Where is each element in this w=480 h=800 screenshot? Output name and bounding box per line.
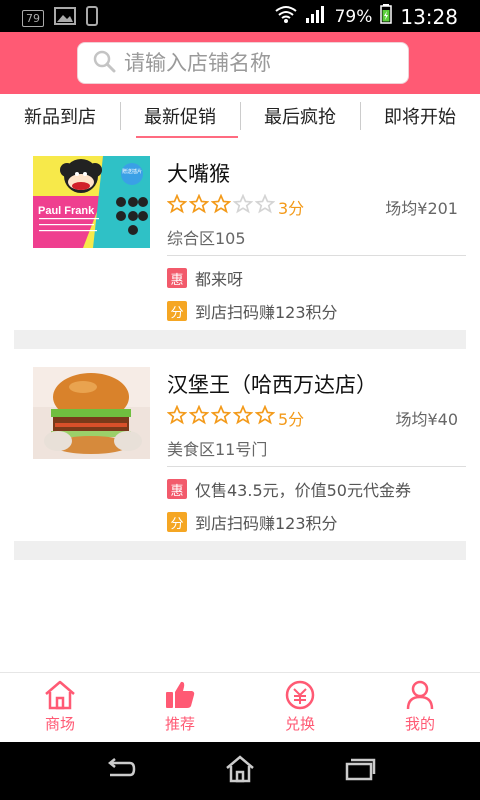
clock: 13:28 xyxy=(400,4,458,29)
card-separator xyxy=(14,330,466,349)
store-name: 汉堡王（哈西万达店） xyxy=(167,373,377,397)
rating-stars xyxy=(167,194,275,214)
phone-notification-icon xyxy=(86,6,98,30)
paul-frank-logo: Paul Frank 赠送插片 xyxy=(33,156,150,248)
signal-icon xyxy=(305,5,327,28)
star-filled-icon xyxy=(167,194,187,214)
category-tabs: 新品到店 最新促销 最后疯抢 即将开始 xyxy=(0,94,480,138)
thumbs-up-icon xyxy=(166,681,195,708)
store-card[interactable]: 汉堡王（哈西万达店） 5分 场均¥40 美食区11号门 惠 仅售43.5元，价值… xyxy=(14,349,466,541)
promo-discount: 惠 仅售43.5元，价值50元代金券 xyxy=(167,477,411,501)
promo-points: 分 到店扫码赚123积分 xyxy=(167,299,338,323)
store-area: 美食区11号门 xyxy=(167,440,268,459)
home-button[interactable] xyxy=(224,755,256,787)
star-filled-icon xyxy=(211,405,231,425)
bottom-nav: 商场 推荐 兑换 我的 xyxy=(0,672,480,742)
star-filled-icon xyxy=(167,405,187,425)
discount-tag-icon: 惠 xyxy=(167,479,187,499)
home-icon xyxy=(45,680,75,710)
nav-label: 推荐 xyxy=(164,715,195,733)
average-price: 场均¥40 xyxy=(395,410,458,429)
battery-icon xyxy=(380,4,393,29)
nav-label: 我的 xyxy=(404,715,435,733)
thumb-badge-text: 赠送插片 xyxy=(122,168,142,175)
search-input[interactable] xyxy=(124,51,394,75)
system-home-icon xyxy=(226,755,254,783)
promo-text: 都来呀 xyxy=(195,270,244,289)
promo-points: 分 到店扫码赚123积分 xyxy=(167,510,338,534)
rating-score: 5分 xyxy=(278,410,305,429)
store-thumbnail: Paul Frank 赠送插片 xyxy=(33,156,150,248)
store-card[interactable]: Paul Frank 赠送插片 大嘴猴 3分 场均¥201 综合区105 惠 都… xyxy=(14,138,466,330)
rating-score: 3分 xyxy=(278,199,305,218)
notification-count-badge: 79 xyxy=(22,9,44,27)
back-icon xyxy=(107,758,136,777)
star-filled-icon xyxy=(255,405,275,425)
store-name: 大嘴猴 xyxy=(167,162,230,186)
burger-photo xyxy=(33,367,150,459)
promo-text: 到店扫码赚123积分 xyxy=(195,514,338,533)
tab-latest-promotions[interactable]: 最新促销 xyxy=(120,94,240,138)
thumb-brand-text: Paul Frank xyxy=(38,205,95,217)
rating-stars xyxy=(167,405,275,425)
average-price: 场均¥201 xyxy=(385,199,458,218)
divider xyxy=(167,466,466,467)
nav-label: 商场 xyxy=(44,715,75,733)
points-tag-icon: 分 xyxy=(167,512,187,532)
card-separator xyxy=(14,541,466,560)
battery-percent: 79% xyxy=(334,6,373,27)
star-empty-icon xyxy=(233,194,253,214)
user-icon xyxy=(406,680,434,710)
star-empty-icon xyxy=(255,194,275,214)
search-icon xyxy=(92,49,116,77)
star-filled-icon xyxy=(211,194,231,214)
tab-coming-soon[interactable]: 即将开始 xyxy=(360,94,480,138)
nav-label: 兑换 xyxy=(284,715,315,733)
store-list: Paul Frank 赠送插片 大嘴猴 3分 场均¥201 综合区105 惠 都… xyxy=(14,138,466,560)
search-box[interactable] xyxy=(77,42,409,84)
star-filled-icon xyxy=(189,405,209,425)
tab-new-arrivals[interactable]: 新品到店 xyxy=(0,94,120,138)
app-header xyxy=(0,32,480,94)
tab-label: 新品到店 xyxy=(24,107,96,128)
nav-recommend[interactable]: 推荐 xyxy=(120,673,240,742)
recents-button[interactable] xyxy=(344,757,376,785)
divider xyxy=(167,255,466,256)
store-thumbnail xyxy=(33,367,150,459)
star-filled-icon xyxy=(233,405,253,425)
nav-mine[interactable]: 我的 xyxy=(360,673,480,742)
recents-icon xyxy=(345,758,376,781)
tab-label: 即将开始 xyxy=(384,107,456,128)
tab-last-rush[interactable]: 最后疯抢 xyxy=(240,94,360,138)
image-notification-icon xyxy=(54,7,76,29)
discount-tag-icon: 惠 xyxy=(167,268,187,288)
tab-label: 最后疯抢 xyxy=(264,107,336,128)
star-filled-icon xyxy=(189,194,209,214)
status-bar: 79 79% 13:28 xyxy=(0,0,480,32)
promo-text: 仅售43.5元，价值50元代金券 xyxy=(195,481,411,500)
points-tag-icon: 分 xyxy=(167,301,187,321)
wifi-icon xyxy=(274,5,297,28)
nav-exchange[interactable]: 兑换 xyxy=(240,673,360,742)
system-nav-bar xyxy=(0,742,480,800)
store-area: 综合区105 xyxy=(167,229,246,248)
promo-text: 到店扫码赚123积分 xyxy=(195,303,338,322)
nav-mall[interactable]: 商场 xyxy=(0,673,120,742)
back-button[interactable] xyxy=(104,757,136,785)
tab-label: 最新促销 xyxy=(144,107,216,128)
promo-discount: 惠 都来呀 xyxy=(167,266,243,290)
exchange-icon xyxy=(285,680,315,710)
